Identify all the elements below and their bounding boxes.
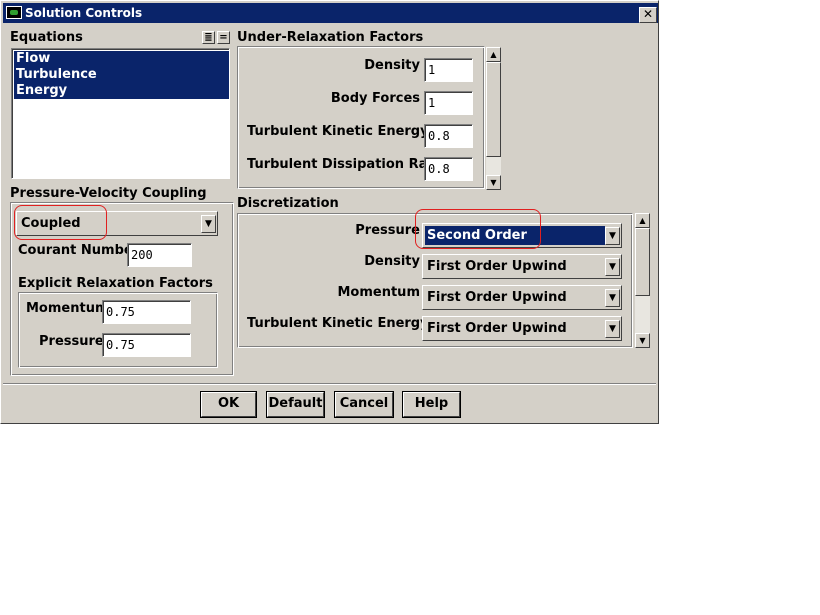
ok-button[interactable]: OK [200, 391, 257, 418]
urf-tke-label: Turbulent Kinetic Energy [247, 124, 429, 139]
scroll-up-icon[interactable]: ▲ [486, 47, 501, 62]
urf-tdr-input[interactable]: 0.8 [424, 157, 473, 181]
cancel-button[interactable]: Cancel [334, 391, 394, 418]
scroll-down-icon[interactable]: ▼ [486, 175, 501, 190]
scroll-up-icon[interactable]: ▲ [635, 213, 650, 228]
courant-number-label: Courant Number [18, 243, 140, 258]
disc-density-dropdown[interactable]: First Order Upwind ▼ [422, 254, 622, 279]
urf-tke-input[interactable]: 0.8 [424, 124, 473, 148]
annotation-highlight-second-order [415, 209, 541, 249]
urf-density-label: Density [364, 58, 420, 73]
discretization-scroll-thumb[interactable] [635, 228, 650, 296]
window-title: Solution Controls [25, 6, 143, 20]
urf-tdr-label: Turbulent Dissipation Rate [247, 157, 443, 172]
disc-density-label: Density [364, 254, 420, 269]
disc-density-value: First Order Upwind [427, 259, 567, 274]
discretization-scrollbar[interactable]: ▲ ▼ [635, 213, 650, 348]
urf-body-forces-input[interactable]: 1 [424, 91, 473, 115]
equations-label: Equations [10, 30, 83, 45]
equation-item-energy[interactable]: Energy [14, 83, 229, 99]
chevron-down-icon[interactable]: ▼ [605, 227, 620, 245]
chevron-down-icon[interactable]: ▼ [605, 320, 620, 338]
disc-tke-label: Turbulent Kinetic Energy [247, 316, 429, 331]
solution-controls-window: Solution Controls ✕ Equations ≣ = Flow T… [0, 0, 659, 424]
urf-scroll-thumb[interactable] [486, 62, 501, 157]
equations-list[interactable]: Flow Turbulence Energy [11, 48, 230, 179]
title-bar[interactable]: Solution Controls ✕ [3, 3, 658, 23]
fluent-app-icon [6, 6, 22, 19]
disc-momentum-label: Momentum [337, 285, 420, 300]
chevron-down-icon[interactable]: ▼ [605, 258, 620, 276]
disc-tke-value: First Order Upwind [427, 321, 567, 336]
disc-pressure-label: Pressure [355, 223, 420, 238]
default-button[interactable]: Default [266, 391, 325, 418]
equation-item-flow[interactable]: Flow [14, 51, 229, 67]
chevron-down-icon[interactable]: ▼ [605, 289, 620, 307]
urf-density-input[interactable]: 1 [424, 58, 473, 82]
disc-tke-dropdown[interactable]: First Order Upwind ▼ [422, 316, 622, 341]
help-button[interactable]: Help [402, 391, 461, 418]
footer-separator-highlight [3, 384, 656, 385]
annotation-highlight-coupled [14, 205, 107, 240]
urf-scrollbar[interactable]: ▲ ▼ [486, 47, 501, 190]
explicit-momentum-input[interactable]: 0.75 [102, 300, 191, 324]
pressure-velocity-coupling-label: Pressure-Velocity Coupling [10, 186, 207, 201]
explicit-momentum-label: Momentum [26, 301, 109, 316]
under-relaxation-factors-label: Under-Relaxation Factors [237, 30, 424, 45]
disc-momentum-dropdown[interactable]: First Order Upwind ▼ [422, 285, 622, 310]
equation-item-turbulence[interactable]: Turbulence [14, 67, 229, 83]
close-button[interactable]: ✕ [639, 7, 657, 23]
explicit-pressure-label: Pressure [39, 334, 104, 349]
chevron-down-icon[interactable]: ▼ [201, 215, 216, 233]
select-all-equations-button[interactable]: ≣ [202, 31, 215, 44]
disc-momentum-value: First Order Upwind [427, 290, 567, 305]
explicit-relaxation-factors-label: Explicit Relaxation Factors [18, 276, 213, 291]
courant-number-input[interactable]: 200 [127, 243, 192, 267]
discretization-label: Discretization [237, 196, 339, 211]
deselect-all-equations-button[interactable]: = [217, 31, 230, 44]
explicit-pressure-input[interactable]: 0.75 [102, 333, 191, 357]
urf-body-forces-label: Body Forces [330, 91, 420, 106]
scroll-down-icon[interactable]: ▼ [635, 333, 650, 348]
